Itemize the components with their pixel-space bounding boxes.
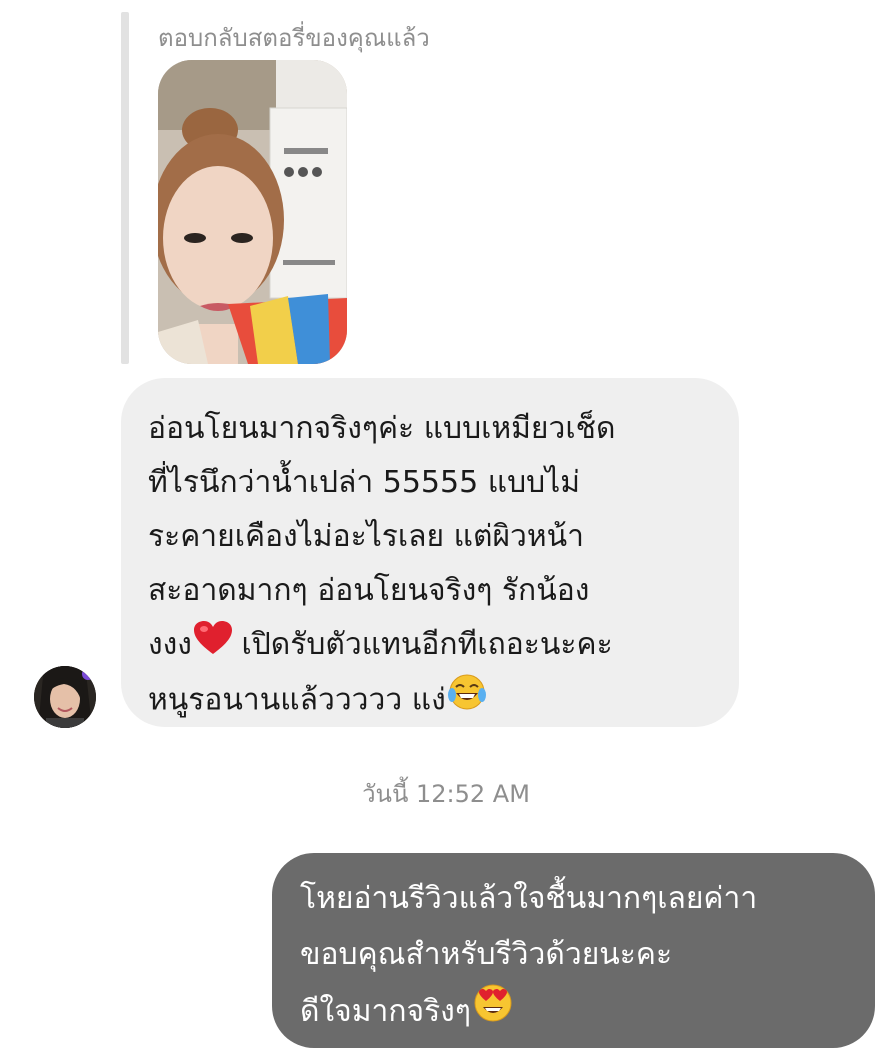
tears-of-joy-icon — [447, 673, 486, 729]
incoming-line-3: ระคายเคืองไม่อะไรเลย แต่ผิวหน้า — [148, 519, 585, 554]
incoming-line-5-text: งงง — [148, 627, 192, 662]
outgoing-line-3: ดีใจมากจริงๆ — [300, 983, 863, 1042]
reply-story-label: ตอบกลับสตอรี่ของคุณแล้ว — [158, 24, 430, 52]
outgoing-line-1: โหยอ่านรีวิวแล้วใจชื้นมากๆเลยค่าา — [300, 881, 758, 916]
outgoing-line-3-text: ดีใจมากจริงๆ — [300, 994, 471, 1029]
incoming-message-bubble[interactable]: อ่อนโยนมากจริงๆค่ะ แบบเหมียวเช็ด ที่ไรนึ… — [121, 378, 739, 727]
outgoing-line-2: ขอบคุณสำหรับรีวิวด้วยนะคะ — [300, 937, 673, 972]
outgoing-message-bubble[interactable]: โหยอ่านรีวิวแล้วใจชื้นมากๆเลยค่าา ขอบคุณ… — [272, 853, 875, 1048]
incoming-line-7-text: หนูรอนานแล้ววววว แง่ — [148, 682, 446, 717]
message-timestamp: วันนี้ 12:52 AM — [362, 780, 530, 808]
incoming-line-6: หนูรอนานแล้ววววว แง่ — [148, 673, 719, 729]
incoming-line-2: ที่ไรนึกว่าน้ำเปล่า 55555 แบบไม่ — [148, 465, 581, 500]
incoming-line-6-text: เปิดรับตัวแทนอีกทีเถอะนะคะ — [241, 627, 613, 662]
incoming-line-1: อ่อนโยนมากจริงๆค่ะ แบบเหมียวเช็ด — [148, 411, 616, 446]
reply-quote-bar — [121, 12, 129, 364]
sender-avatar[interactable] — [34, 666, 96, 728]
story-thumbnail[interactable] — [158, 60, 347, 364]
incoming-line-5: งงง เปิดรับตัวแทนอีกทีเถอะนะคะ — [148, 618, 719, 673]
red-heart-icon — [193, 619, 232, 673]
incoming-line-4: สะอาดมากๆ อ่อนโยนจริงๆ รักน้อง — [148, 573, 590, 608]
heart-eyes-icon — [473, 983, 513, 1042]
